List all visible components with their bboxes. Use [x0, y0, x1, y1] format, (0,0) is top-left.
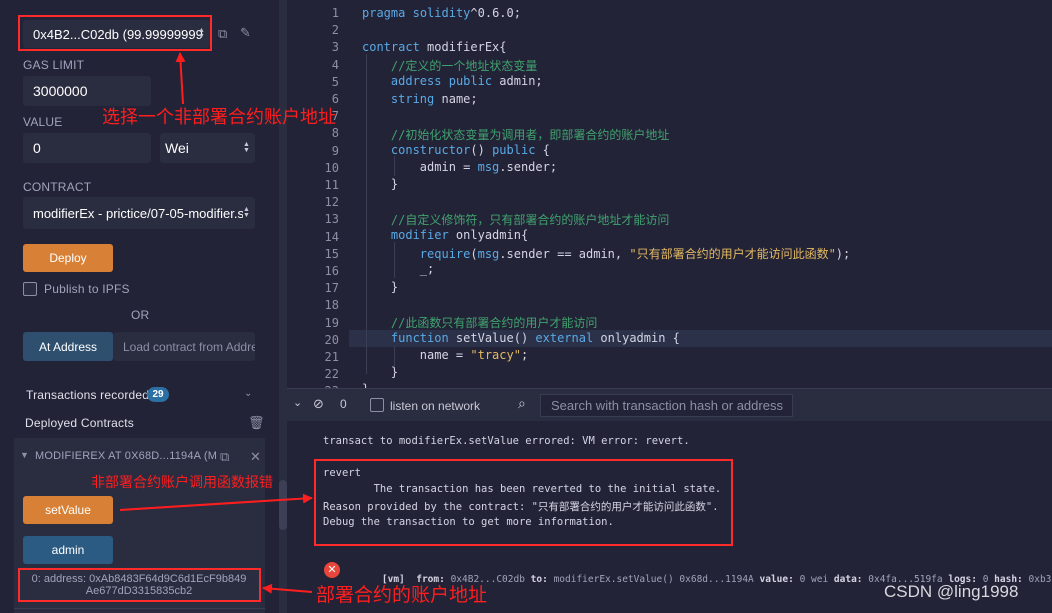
pending-count: 0 [340, 397, 347, 411]
load-contract-placeholder: Load contract from Addre [123, 339, 255, 354]
code-line: contract modifierEx{ [362, 40, 507, 54]
clear-console-icon[interactable]: ⊘ [313, 397, 324, 410]
at-address-button[interactable]: At Address [23, 332, 113, 361]
listen-network-checkbox[interactable] [370, 398, 384, 412]
value-unit-select[interactable]: Wei ▲ ▼ [160, 133, 255, 163]
line-number: 17 [324, 281, 339, 296]
value-input[interactable]: 0 [23, 133, 151, 163]
line-number: 20 [324, 332, 339, 347]
annotation-deploy-address: 部署合约的账户地址 [316, 584, 488, 606]
code-line: //定义的一个地址状态变量 [390, 59, 538, 73]
transactions-count-badge: 29 [147, 387, 169, 402]
publish-ipfs-checkbox[interactable] [23, 282, 37, 296]
code-line: //初始化状态变量为调用者，即部署合约的账户地址 [390, 128, 670, 142]
admin-button[interactable]: admin [23, 536, 113, 564]
code-line: string name; [390, 92, 478, 106]
copy-icon[interactable]: ⧉ [220, 450, 229, 463]
line-number: 1 [331, 6, 339, 20]
select-arrows-icon: ▲ ▼ [243, 206, 250, 219]
instance-title[interactable]: MODIFIEREX AT 0X68D...1194A (M [35, 450, 217, 462]
gas-limit-label: GAS LIMIT [23, 58, 85, 72]
tx-field-value: 0 wei [799, 574, 829, 585]
line-number-gutter: 1234567891011121314151617181920212223 [287, 0, 349, 388]
line-number: 16 [324, 264, 339, 278]
chevron-down-icon[interactable]: ▼ [20, 451, 29, 460]
code-line: name = "tracy"; [362, 348, 529, 362]
line-number: 13 [324, 212, 339, 227]
code-line: pragma solidity^0.6.0; [362, 6, 521, 20]
code-line: //自定义修饰符，只有部署合约的账户地址才能访问 [390, 213, 670, 227]
search-placeholder: Search with transaction hash or address [551, 398, 783, 413]
code-line: function setValue() external onlyadmin { [390, 331, 680, 345]
trash-icon[interactable]: 🗑 [248, 416, 265, 429]
line-number: 10 [324, 160, 339, 175]
watermark: CSDN @ling1998 [884, 582, 1019, 601]
edit-icon[interactable]: ✎ [240, 26, 251, 39]
or-label: OR [131, 308, 150, 322]
code-line: modifier onlyadmin{ [390, 228, 529, 242]
gas-limit-input[interactable]: 3000000 [23, 76, 151, 106]
contract-select-value: modifierEx - prictice/07-05-modifier.s [33, 205, 244, 221]
line-number: 18 [324, 298, 339, 313]
terminal-toolbar: ⌄ ⊘ 0 listen on network ⌕ Search with tr… [287, 388, 1052, 421]
contract-label: CONTRACT [23, 180, 92, 194]
code-line: constructor() public { [390, 143, 550, 157]
code-line: } [362, 280, 399, 294]
line-number: 12 [324, 195, 339, 210]
tx-field-key: data: [833, 574, 863, 585]
line-number: 3 [331, 40, 339, 55]
value-unit-value: Wei [165, 140, 189, 156]
listen-network-label: listen on network [390, 399, 481, 413]
select-arrows-icon: ▲ ▼ [243, 141, 250, 154]
transactions-recorded-label[interactable]: Transactions recorded [26, 388, 149, 402]
tx-field-key: value: [759, 574, 794, 585]
error-icon: ✕ [324, 562, 340, 578]
line-number: 15 [324, 246, 339, 261]
line-number: 2 [331, 23, 339, 38]
publish-ipfs-label: Publish to IPFS [44, 282, 130, 296]
tx-field-key: to: [530, 574, 548, 585]
code-line: //此函数只有部署合约的用户才能访问 [390, 316, 598, 330]
terminal-line: transact to modifierEx.setValue errored:… [323, 435, 690, 447]
annotation-select-account: 选择一个非部署合约账户地址 [102, 107, 336, 128]
line-number: 11 [324, 178, 339, 192]
annotation-call-error: 非部署合约账户调用函数报错 [91, 475, 273, 491]
line-number: 9 [331, 143, 339, 158]
copy-icon[interactable]: ⧉ [218, 27, 227, 40]
setvalue-button[interactable]: setValue [23, 496, 113, 524]
tx-field-value: 0xb35...8cae1 [1028, 574, 1052, 585]
line-number: 4 [331, 57, 339, 72]
left-scrollbar-thumb[interactable] [279, 480, 287, 530]
chevron-down-icon[interactable]: ⌄ [244, 389, 252, 399]
collapse-icon[interactable]: ⌄ [293, 398, 302, 409]
close-icon[interactable]: ✕ [250, 450, 261, 463]
code-line: require(msg.sender == admin, "只有部署合约的用户才… [419, 247, 851, 261]
code-line: } [362, 177, 399, 191]
line-number: 5 [331, 74, 339, 89]
deployed-contracts-label: Deployed Contracts [25, 416, 134, 430]
deploy-button[interactable]: Deploy [23, 244, 113, 272]
line-number: 19 [324, 315, 339, 330]
line-number: 22 [324, 367, 339, 382]
bottom-divider [14, 608, 265, 609]
code-editor[interactable]: 1234567891011121314151617181920212223 pr… [287, 0, 1052, 388]
tx-field-value: modifierEx.setValue() 0x68d...1194A [553, 574, 754, 585]
load-contract-address-input[interactable]: Load contract from Addre [113, 332, 255, 361]
account-highlight-box [18, 15, 212, 51]
code-line: admin = msg.sender; [362, 160, 558, 174]
code-line: address public admin; [390, 74, 543, 88]
line-number: 14 [324, 229, 339, 244]
contract-select[interactable]: modifierEx - prictice/07-05-modifier.s ▲… [23, 197, 255, 229]
revert-highlight-box [314, 459, 733, 546]
run-tab-panel: 0x4B2...C02db (99.99999999 ▲ ▼ ⧉ ✎ GAS LI… [0, 0, 287, 613]
admin-result-highlight-box [18, 568, 261, 602]
value-label: VALUE [23, 115, 63, 129]
code-line: _; [362, 262, 435, 276]
line-number: 21 [324, 350, 339, 364]
search-input[interactable]: Search with transaction hash or address [540, 394, 793, 417]
code-line: } [362, 365, 399, 379]
search-icon: ⌕ [518, 395, 526, 411]
